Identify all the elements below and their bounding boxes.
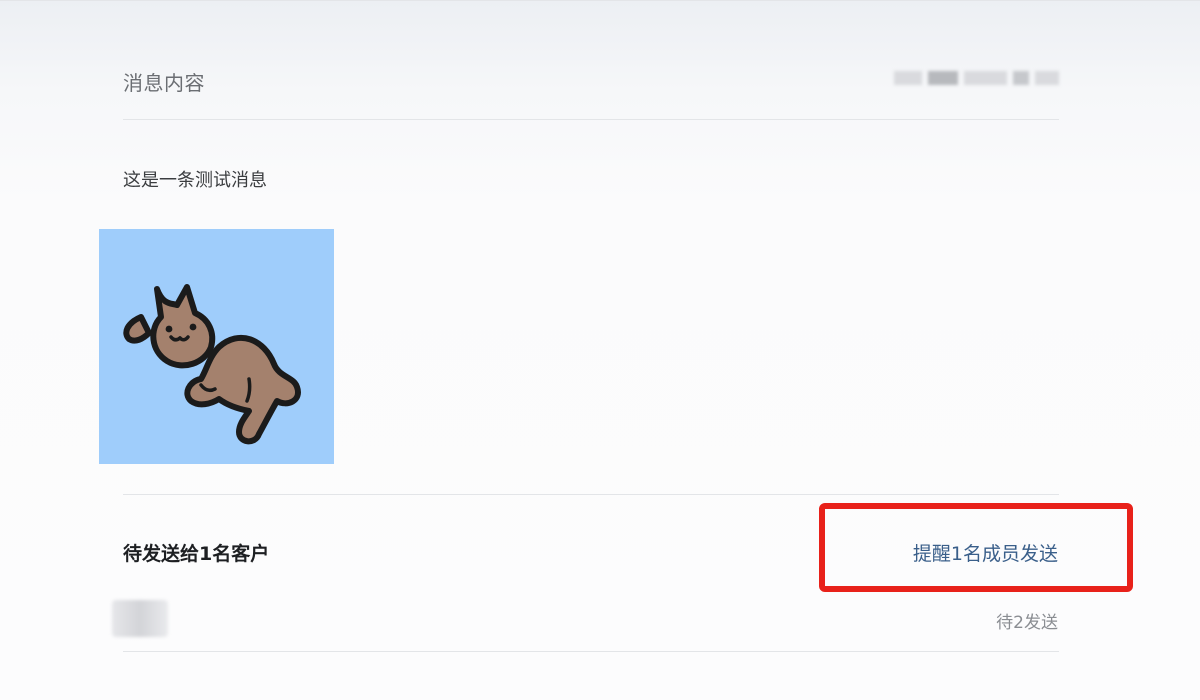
message-image[interactable]: [99, 229, 334, 464]
divider: [123, 651, 1059, 652]
message-detail-page: 消息内容 这是一条测试消息 待发送给1名客户 提醒1名成员发送 待2发送: [0, 0, 1200, 700]
avatar: [112, 600, 168, 637]
redacted-info: [894, 67, 1059, 89]
pending-customers-title: 待发送给1名客户: [123, 543, 270, 565]
highlight-annotation: [819, 503, 1133, 592]
divider: [123, 494, 1059, 495]
section-title: 消息内容: [123, 71, 205, 95]
cat-sticker-icon: [123, 284, 301, 445]
message-text: 这是一条测试消息: [123, 170, 267, 191]
message-content-header: 消息内容: [123, 57, 1059, 120]
pending-status: 待2发送: [996, 613, 1058, 633]
